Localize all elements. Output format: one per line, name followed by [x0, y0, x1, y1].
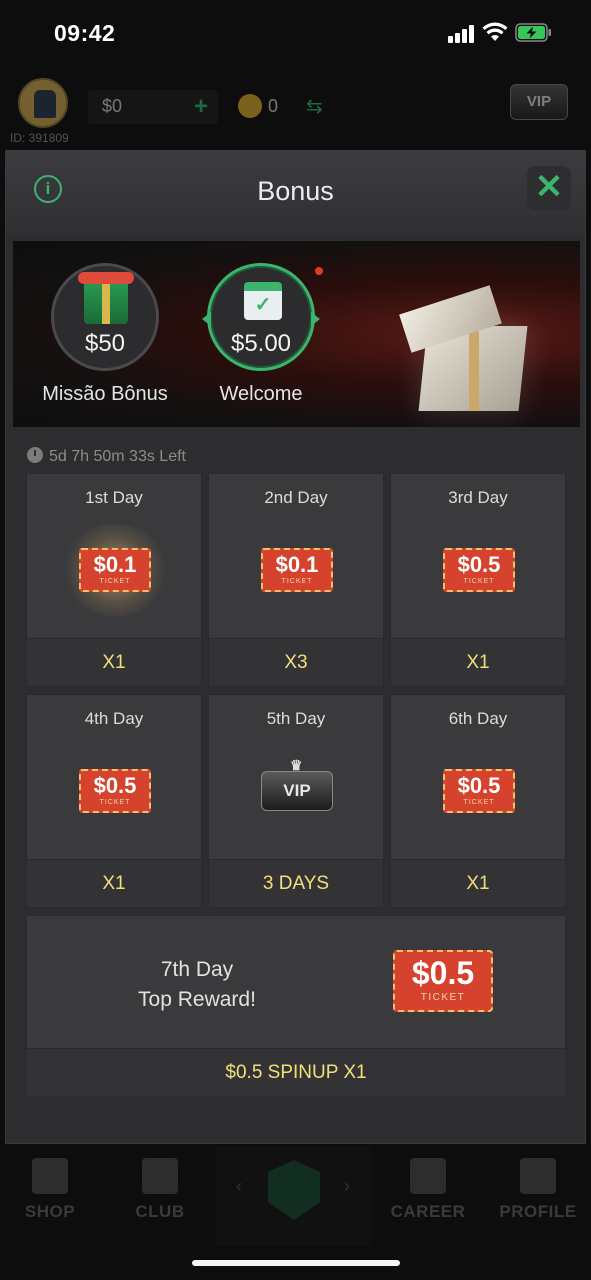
ticket-icon: $0.5 TICKET [443, 769, 515, 813]
gift-box-illustration [393, 281, 543, 421]
day-card-1[interactable]: 1st Day $0.1 TICKET X1 [26, 473, 202, 687]
nav-label: SHOP [24, 1202, 76, 1221]
tab-amount: $50 [84, 330, 126, 357]
calendar-check-icon: ✓ [244, 282, 282, 320]
battery-charging-icon [515, 23, 551, 42]
day-card-4[interactable]: 4th Day $0.5 TICKET X1 [26, 694, 202, 908]
close-icon: ✕ [534, 168, 564, 206]
vip-card-icon: VIP [261, 758, 333, 811]
ticket-caption: TICKET [463, 578, 495, 585]
app-logo-icon [268, 1160, 320, 1220]
shield-icon [142, 1158, 178, 1194]
person-icon [520, 1158, 556, 1194]
countdown-timer: 5d 7h 50m 33s Left [27, 447, 186, 466]
nav-label: CAREER [390, 1202, 466, 1221]
day-label: 5th Day [266, 709, 326, 728]
wifi-icon [482, 22, 508, 41]
ticket-caption: TICKET [99, 578, 131, 585]
ticket-value: $0.5 [411, 955, 475, 991]
nav-label: CLUB [135, 1202, 185, 1221]
nav-item-profile[interactable]: PROFILE [488, 1158, 588, 1238]
nav-home[interactable]: ‹ › [216, 1146, 372, 1246]
exchange-icon[interactable]: ⇆ [306, 94, 323, 119]
modal-title: Bonus [257, 176, 334, 206]
status-bar: 09:42 [0, 0, 591, 66]
ticket-icon: $0.5 TICKET [443, 548, 515, 592]
day7-title: 7th Day [160, 958, 234, 981]
day-label: 2nd Day [264, 488, 328, 507]
tab-label: Missão Bônus [42, 383, 168, 405]
day-card-2[interactable]: 2nd Day $0.1 TICKET X3 [208, 473, 384, 687]
ticket-caption: TICKET [420, 992, 466, 1003]
ticket-value: $0.5 [93, 773, 137, 798]
bonus-banner: $50 Missão Bônus ✓ $5.00 Welcome [13, 241, 580, 427]
reward-quantity: X3 [209, 638, 383, 686]
avatar[interactable] [18, 78, 68, 128]
add-cash-icon[interactable]: + [194, 93, 208, 121]
countdown-text: 5d 7h 50m 33s Left [49, 448, 186, 465]
ticket-value: $0.1 [93, 552, 137, 577]
nav-label: PROFILE [499, 1202, 577, 1221]
day7-subtitle: Top Reward! [138, 988, 256, 1011]
reward-quantity: X1 [27, 859, 201, 907]
day-label: 1st Day [85, 488, 143, 507]
ticket-caption: TICKET [99, 799, 131, 806]
day-label: 4th Day [84, 709, 144, 728]
top-bar: ID: 391809 $0 + 0 ⇆ VIP [0, 70, 591, 150]
day-card-6[interactable]: 6th Day $0.5 TICKET X1 [390, 694, 566, 908]
home-indicator[interactable] [192, 1260, 400, 1266]
bonus-modal: i Bonus ✕ $50 Missão Bônus ✓ $5.00 Welco… [5, 150, 586, 1144]
bar-chart-icon [410, 1158, 446, 1194]
ticket-value: $0.1 [275, 552, 319, 577]
user-id: ID: 391809 [10, 131, 69, 145]
clock-icon [27, 447, 43, 463]
reward-quantity: X1 [391, 859, 565, 907]
ticket-caption: TICKET [281, 578, 313, 585]
cash-balance: $0 + [88, 90, 218, 124]
cellular-signal-icon [448, 25, 476, 43]
chevron-left-icon: ‹ [236, 1176, 242, 1196]
chevron-right-icon: › [344, 1176, 350, 1196]
day-card-7[interactable]: 7th Day Top Reward! $0.5 TICKET $0.5 SPI… [26, 915, 566, 1097]
close-button[interactable]: ✕ [527, 166, 571, 210]
shop-cart-icon [32, 1158, 68, 1194]
bottom-nav: SHOP CLUB ‹ › CAREER PROFILE [0, 1146, 591, 1246]
tab-mission-bonus[interactable]: $50 [51, 263, 159, 371]
tab-welcome[interactable]: ✓ $5.00 [202, 263, 320, 371]
day-label: 3rd Day [448, 488, 508, 507]
ticket-icon: $0.1 TICKET [261, 548, 333, 592]
gift-icon [78, 272, 134, 324]
notification-dot [315, 267, 323, 275]
coin-icon [238, 94, 262, 118]
day-label: 6th Day [448, 709, 508, 728]
coin-balance: 0 ⇆ [236, 90, 336, 124]
reward-quantity: X1 [391, 638, 565, 686]
cash-value: $0 [102, 96, 123, 116]
nav-item-career[interactable]: CAREER [378, 1158, 478, 1238]
reward-quantity: $0.5 SPINUP X1 [27, 1048, 565, 1096]
coin-value: 0 [268, 96, 279, 116]
tab-label: Welcome [219, 383, 303, 405]
ticket-value: $0.5 [457, 773, 501, 798]
reward-quantity: 3 DAYS [209, 859, 383, 907]
ticket-caption: TICKET [463, 799, 495, 806]
reward-quantity: X1 [27, 638, 201, 686]
day-card-5[interactable]: 5th Day VIP 3 DAYS [208, 694, 384, 908]
ticket-icon: $0.5 TICKET [79, 769, 151, 813]
nav-item-shop[interactable]: SHOP [0, 1158, 100, 1238]
tab-amount: $5.00 [230, 330, 292, 357]
nav-item-club[interactable]: CLUB [110, 1158, 210, 1238]
ticket-icon: $0.1 TICKET [79, 548, 151, 592]
modal-header: i Bonus ✕ [6, 151, 585, 235]
vip-badge[interactable]: VIP [510, 84, 568, 120]
day-card-3[interactable]: 3rd Day $0.5 TICKET X1 [390, 473, 566, 687]
ticket-value: $0.5 [457, 552, 501, 577]
screen: 09:42 ID: 391809 $0 + 0 ⇆ VIP SHOP CLUB … [0, 0, 591, 1280]
status-time: 09:42 [54, 20, 116, 46]
ticket-icon: $0.5 TICKET [393, 950, 493, 1012]
